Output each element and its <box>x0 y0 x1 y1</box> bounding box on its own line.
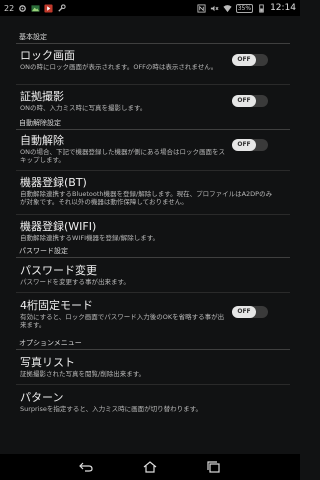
mute-icon <box>210 5 219 11</box>
navigation-bar <box>0 454 300 480</box>
clock: 12:14 <box>270 3 296 13</box>
recent-apps-icon <box>207 461 220 473</box>
setting-description: Surpriseを指定すると、入力ミス時に画面が切り替わります。 <box>20 405 202 413</box>
settings-list[interactable]: 基本設定 ロック画面 ONの時にロック画面が表示されます。OFFの時は表示されま… <box>0 16 300 454</box>
setting-password-change[interactable]: パスワード変更 パスワードを変更する事が出来ます。 <box>0 258 300 292</box>
home-button[interactable] <box>143 461 157 473</box>
section-header-basic: 基本設定 <box>16 31 290 44</box>
evidence-photo-toggle[interactable]: OFF <box>232 95 268 107</box>
setting-description: パスワードを変更する事が出来ます。 <box>20 278 130 286</box>
nfc-icon <box>197 3 206 13</box>
video-icon <box>44 3 53 13</box>
setting-title: 機器登録(BT) <box>20 176 87 189</box>
setting-title: パターン <box>20 391 64 404</box>
section-header-password: パスワード設定 <box>16 245 290 258</box>
setting-photo-list[interactable]: 写真リスト 証拠撮影された写真を閲覧/削除出来ます。 <box>0 350 300 384</box>
setting-device-wifi[interactable]: 機器登録(WIFI) 自動解除連携するWIFI機器を登録/解除します。 <box>0 215 300 245</box>
setting-fixed4[interactable]: 4桁固定モード 有効にすると、ロック画面でパスワード入力後のOKを省略する事が出… <box>0 293 300 337</box>
setting-title: 写真リスト <box>20 356 75 369</box>
status-bar: 22 35% 12:14 <box>0 0 300 16</box>
toggle-knob: OFF <box>232 306 256 318</box>
setting-auto-unlock[interactable]: 自動解除 ONの場合、下記で機器登録した機器が側にある場合はロック画面をスキップ… <box>0 130 300 170</box>
wrench-icon <box>58 3 66 12</box>
setting-title: 機器登録(WIFI) <box>20 220 97 233</box>
setting-description: 証拠撮影された写真を閲覧/削除出来ます。 <box>20 370 146 378</box>
lock-screen-toggle[interactable]: OFF <box>232 54 268 66</box>
battery-icon <box>259 3 264 13</box>
setting-description: 自動解除連携するWIFI機器を登録/解除します。 <box>20 234 160 242</box>
back-button[interactable] <box>79 461 93 473</box>
battery-percent: 35% <box>235 3 254 13</box>
setting-pattern[interactable]: パターン Surpriseを指定すると、入力ミス時に画面が切り替わります。 <box>0 385 300 419</box>
wifi-icon <box>223 4 232 12</box>
section-header-auto-unlock: 自動解除設定 <box>16 117 290 130</box>
notification-count: 22 <box>4 3 15 13</box>
auto-unlock-toggle[interactable]: OFF <box>232 139 268 151</box>
setting-lock-screen[interactable]: ロック画面 ONの時にロック画面が表示されます。OFFの時は表示されません。 O… <box>0 44 300 84</box>
setting-title: パスワード変更 <box>20 264 97 277</box>
section-header-options: オプションメニュー <box>16 337 290 350</box>
image-icon <box>31 4 40 12</box>
home-icon <box>143 461 157 473</box>
fixed4-toggle[interactable]: OFF <box>232 306 268 318</box>
setting-description: 自動解除連携するBluetooth機器を登録/解除します。現在、プロファイルはA… <box>20 190 273 206</box>
toggle-knob: OFF <box>232 95 256 107</box>
toggle-knob: OFF <box>232 139 256 151</box>
gear-icon <box>19 4 27 12</box>
setting-device-bt[interactable]: 機器登録(BT) 自動解除連携するBluetooth機器を登録/解除します。現在… <box>0 171 300 214</box>
setting-evidence-photo[interactable]: 証拠撮影 ONの時、入力ミス時に写真を撮影します。 OFF <box>0 85 300 117</box>
toggle-knob: OFF <box>232 54 256 66</box>
recent-apps-button[interactable] <box>207 461 221 473</box>
back-icon <box>79 462 93 472</box>
